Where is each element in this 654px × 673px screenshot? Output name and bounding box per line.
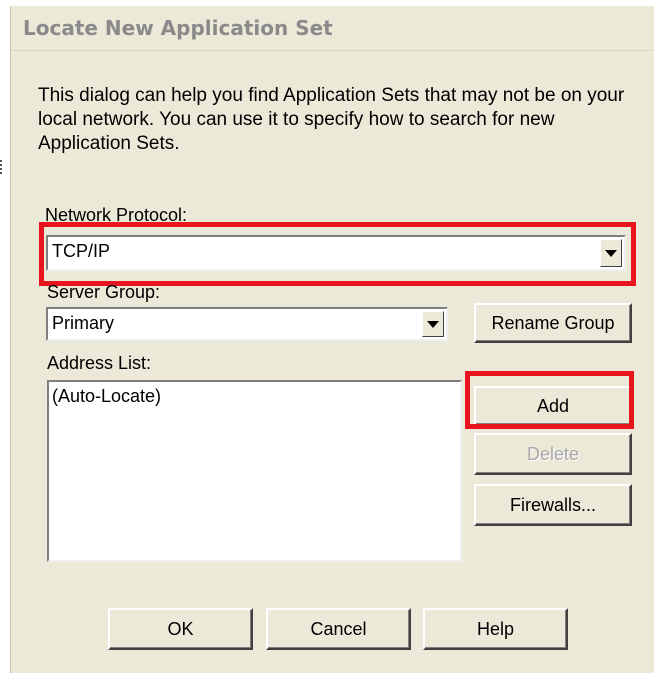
help-button[interactable]: Help xyxy=(423,608,568,650)
list-item[interactable]: (Auto-Locate) xyxy=(52,386,161,407)
window-edge-grip xyxy=(0,160,6,174)
firewalls-button[interactable]: Firewalls... xyxy=(474,484,632,526)
network-protocol-select[interactable]: TCP/IP xyxy=(46,235,626,271)
network-protocol-value: TCP/IP xyxy=(52,241,111,261)
add-button[interactable]: Add xyxy=(474,386,632,426)
locate-application-set-dialog: Locate New Application Set This dialog c… xyxy=(10,6,654,673)
rename-group-button[interactable]: Rename Group xyxy=(474,303,632,343)
network-protocol-dropdown-button[interactable] xyxy=(600,239,622,267)
delete-button[interactable]: Delete xyxy=(474,433,632,475)
title-bar: Locate New Application Set xyxy=(11,6,654,51)
server-group-label: Server Group: xyxy=(47,282,161,302)
address-list-label: Address List: xyxy=(47,353,152,373)
address-list[interactable]: (Auto-Locate) xyxy=(47,380,462,562)
server-group-select[interactable]: Primary xyxy=(46,307,448,341)
network-protocol-label: Network Protocol: xyxy=(45,205,188,225)
dialog-description: This dialog can help you find Applicatio… xyxy=(38,85,625,154)
chevron-down-icon xyxy=(427,320,439,328)
chevron-down-icon xyxy=(605,249,617,257)
server-group-dropdown-button[interactable] xyxy=(422,311,444,337)
cancel-button[interactable]: Cancel xyxy=(266,608,411,650)
ok-button[interactable]: OK xyxy=(108,608,253,650)
dialog-title: Locate New Application Set xyxy=(23,16,333,40)
server-group-value: Primary xyxy=(52,313,114,333)
